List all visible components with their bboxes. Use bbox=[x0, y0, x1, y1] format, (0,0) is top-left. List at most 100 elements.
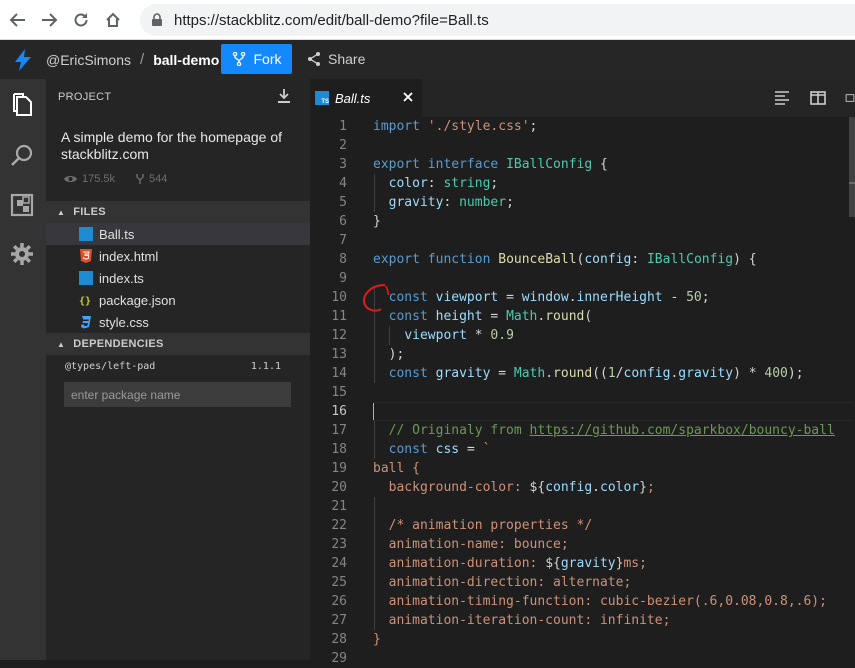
forks-stat: 544 bbox=[135, 173, 167, 185]
json-file-icon: {} bbox=[79, 293, 93, 307]
split-editor-icon[interactable] bbox=[809, 89, 827, 107]
line-number: 25 bbox=[331, 575, 347, 590]
line-number: 27 bbox=[331, 613, 347, 628]
dependencies-heading: DEPENDENCIES bbox=[73, 338, 164, 350]
home-button[interactable] bbox=[97, 4, 129, 36]
eye-icon bbox=[64, 176, 77, 182]
share-button[interactable]: Share bbox=[306, 44, 365, 74]
line-number: 5 bbox=[339, 195, 347, 210]
download-icon[interactable] bbox=[276, 88, 292, 104]
line-number: 1 bbox=[339, 119, 347, 134]
line-number: 28 bbox=[331, 632, 347, 647]
code-line: 8 export function BounceBall(config: IBal… bbox=[310, 250, 855, 269]
code-line: 23 animation-name: bounce; bbox=[310, 535, 855, 554]
fork-button[interactable]: Fork bbox=[221, 44, 292, 74]
owner-link[interactable]: @EricSimons bbox=[46, 52, 131, 68]
code-text: animation-iteration-count: infinite; bbox=[373, 613, 671, 628]
files-section-header[interactable]: ▲ FILES bbox=[46, 201, 310, 223]
line-number: 4 bbox=[339, 176, 347, 191]
search-icon bbox=[11, 144, 33, 166]
line-number: 16 bbox=[331, 404, 347, 419]
explorer-button[interactable] bbox=[8, 91, 36, 119]
address-bar[interactable]: https://stackblitz.com/edit/ball-demo?fi… bbox=[140, 4, 855, 36]
views-count: 175.5k bbox=[82, 173, 116, 185]
file-item-package-json[interactable]: {} package.json bbox=[46, 289, 310, 311]
code-line: 16 bbox=[310, 402, 855, 421]
line-number: 22 bbox=[331, 518, 347, 533]
line-number: 13 bbox=[331, 347, 347, 362]
typescript-file-icon bbox=[79, 271, 93, 285]
search-button[interactable] bbox=[8, 141, 36, 169]
code-line: 21 bbox=[310, 497, 855, 516]
settings-button[interactable] bbox=[8, 240, 36, 268]
file-item-style-css[interactable]: style.css bbox=[46, 311, 310, 333]
dependency-version: 1.1.1 bbox=[250, 361, 281, 372]
preview-toggle-icon[interactable] bbox=[845, 89, 855, 107]
ts-badge: TS bbox=[321, 99, 329, 105]
file-item-index-html[interactable]: index.html bbox=[46, 245, 310, 267]
line-number: 18 bbox=[331, 442, 347, 457]
line-number: 7 bbox=[339, 233, 347, 248]
share-icon bbox=[308, 52, 320, 66]
line-number: 6 bbox=[339, 214, 347, 229]
dependency-item[interactable]: @types/left-pad 1.1.1 bbox=[65, 361, 281, 372]
code-line: 12 viewport * 0.9 bbox=[310, 326, 855, 345]
code-line: 1 import './style.css'; bbox=[310, 117, 855, 136]
code-text: gravity: number; bbox=[388, 195, 514, 210]
line-number: 12 bbox=[331, 328, 347, 343]
file-item-index-ts[interactable]: index.ts bbox=[46, 267, 310, 289]
file-name: index.html bbox=[99, 248, 159, 264]
code-text: export function BounceBall(config: IBall… bbox=[373, 252, 757, 267]
code-line: 24 animation-duration: ${gravity}ms; bbox=[310, 554, 855, 573]
code-text: const viewport = window.innerHeight - 50… bbox=[388, 290, 710, 305]
arrow-right-icon bbox=[42, 13, 58, 27]
code-editor[interactable]: 1 import './style.css'; 2 3 export interfa… bbox=[310, 117, 855, 666]
tab-ball-ts[interactable]: TS Ball.ts bbox=[310, 79, 422, 117]
line-number: 8 bbox=[339, 252, 347, 267]
reload-icon bbox=[74, 13, 88, 27]
code-line: 26 animation-timing-function: cubic-bezi… bbox=[310, 592, 855, 611]
back-button[interactable] bbox=[2, 4, 34, 36]
tab-label: Ball.ts bbox=[335, 90, 371, 106]
line-number: 23 bbox=[331, 537, 347, 552]
reload-button[interactable] bbox=[65, 4, 97, 36]
line-number: 24 bbox=[331, 556, 347, 571]
line-number: 2 bbox=[339, 138, 347, 153]
code-text: viewport * 0.9 bbox=[404, 328, 514, 343]
stackblitz-logo[interactable] bbox=[0, 40, 46, 79]
code-text: animation-duration: ${gravity}ms; bbox=[373, 556, 647, 571]
html-file-icon bbox=[79, 249, 93, 263]
project-heading: PROJECT bbox=[58, 91, 112, 103]
code-text: const css = ` bbox=[388, 442, 491, 457]
dependencies-section-header[interactable]: ▲ DEPENDENCIES bbox=[46, 333, 310, 355]
line-number: 11 bbox=[331, 309, 347, 324]
collapse-triangle-icon: ▲ bbox=[57, 207, 66, 217]
editor-scrollbar[interactable] bbox=[849, 117, 855, 217]
code-text: animation-timing-function: cubic-bezier(… bbox=[373, 594, 827, 609]
editor-tab-bar: TS Ball.ts bbox=[310, 79, 855, 117]
line-number: 17 bbox=[331, 423, 347, 438]
typescript-file-icon: TS bbox=[315, 91, 329, 105]
code-text: const height = Math.round( bbox=[388, 309, 593, 324]
close-icon[interactable] bbox=[402, 91, 414, 103]
code-line: 29 bbox=[310, 649, 855, 668]
extensions-button[interactable] bbox=[8, 191, 36, 219]
format-icon[interactable] bbox=[773, 89, 791, 107]
project-name[interactable]: ball-demo bbox=[153, 52, 219, 68]
typescript-file-icon bbox=[79, 227, 93, 241]
code-text: background-color: ${config.color}; bbox=[373, 480, 655, 495]
arrow-left-icon bbox=[9, 13, 25, 27]
url-text: https://stackblitz.com/edit/ball-demo?fi… bbox=[174, 11, 489, 29]
css-file-icon bbox=[79, 315, 93, 329]
line-number: 20 bbox=[331, 480, 347, 495]
code-line: 17 // Originaly from https://github.com/… bbox=[310, 421, 855, 440]
code-line: 28} bbox=[310, 630, 855, 649]
forward-button[interactable] bbox=[33, 4, 65, 36]
file-name: index.ts bbox=[99, 270, 144, 286]
code-text: import './style.css'; bbox=[373, 119, 538, 134]
code-line: 25 animation-direction: alternate; bbox=[310, 573, 855, 592]
files-heading: FILES bbox=[73, 206, 106, 218]
line-number: 10 bbox=[331, 290, 347, 305]
file-item-ball-ts[interactable]: Ball.ts bbox=[46, 223, 310, 245]
package-name-input[interactable]: enter package name bbox=[64, 382, 291, 407]
